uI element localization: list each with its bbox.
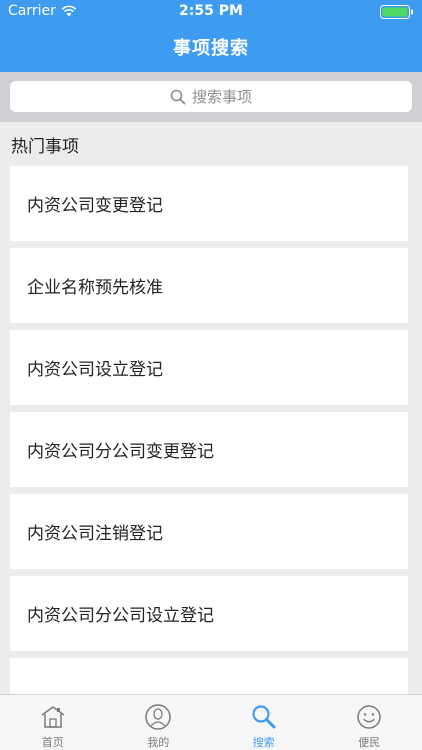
home-icon <box>41 706 65 728</box>
tab-mine[interactable]: 我的 <box>106 695 212 750</box>
list-item[interactable]: 内资公司分公司设立登记 <box>10 576 408 651</box>
tab-bar: 首页 我的 搜索 便民 <box>0 694 422 750</box>
search-icon <box>252 705 276 729</box>
user-icon <box>145 704 171 730</box>
hot-items-list: 内资公司变更登记 企业名称预先核准 内资公司设立登记 内资公司分公司变更登记 内… <box>10 166 408 740</box>
search-input[interactable]: 搜索事项 <box>10 81 412 112</box>
status-bar: Carrier 2:55 PM <box>0 0 422 24</box>
search-placeholder: 搜索事项 <box>191 88 252 106</box>
magnifier-icon <box>170 89 186 104</box>
smiley-icon <box>357 705 381 729</box>
tab-convenience-label: 便民 <box>358 736 381 749</box>
list-item[interactable]: 内资公司变更登记 <box>10 166 408 241</box>
nav-header: Carrier 2:55 PM 事项搜索 <box>0 0 422 72</box>
status-right <box>380 5 414 19</box>
search-bar: 搜索事项 <box>0 72 422 122</box>
tab-home-label: 首页 <box>41 736 64 749</box>
tab-search-label: 搜索 <box>252 736 275 749</box>
section-title: 热门事项 <box>11 137 79 157</box>
status-time: 2:55 PM <box>179 3 243 19</box>
list-item[interactable]: 内资公司设立登记 <box>10 330 408 405</box>
battery-icon <box>380 5 413 19</box>
tab-home[interactable]: 首页 <box>0 695 106 750</box>
tab-search[interactable]: 搜索 <box>211 695 317 750</box>
page-title: 事项搜索 <box>173 38 249 59</box>
list-item[interactable]: 企业名称预先核准 <box>10 248 408 323</box>
list-item[interactable]: 内资公司注销登记 <box>10 494 408 569</box>
tab-mine-label: 我的 <box>147 736 170 749</box>
list-item[interactable]: 内资公司分公司变更登记 <box>10 412 408 487</box>
tab-convenience[interactable]: 便民 <box>317 695 422 750</box>
